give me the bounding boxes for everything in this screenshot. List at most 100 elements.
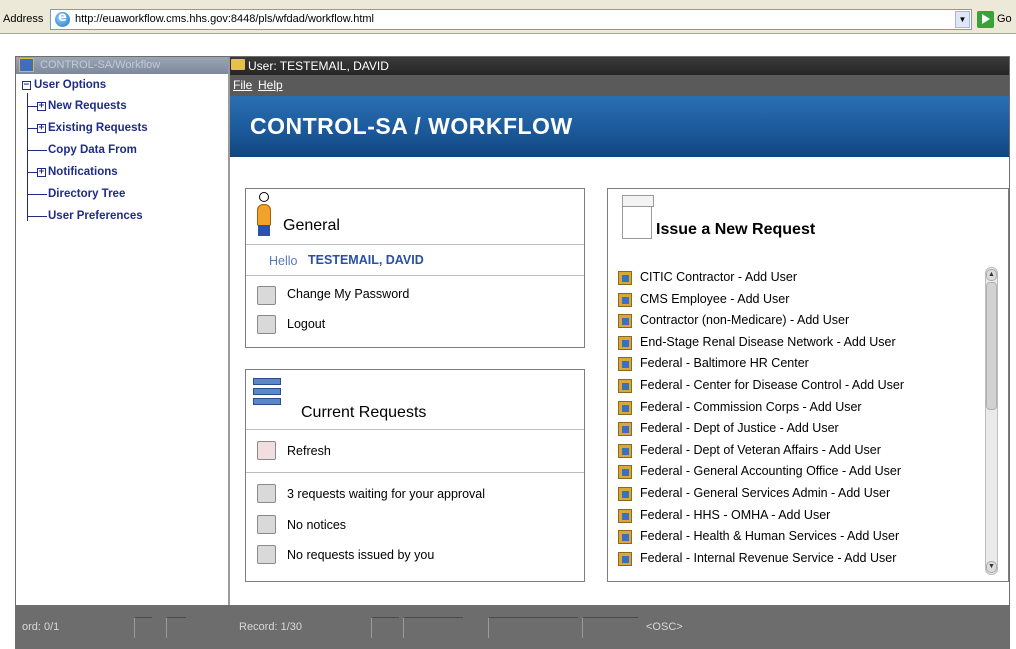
scroll-up-button[interactable]: ▲	[986, 269, 997, 281]
address-bar: Address http://euaworkflow.cms.hhs.gov:8…	[0, 0, 1016, 34]
request-list-scrollbar[interactable]: ▲ ▼	[985, 267, 998, 575]
status-segment	[403, 617, 463, 638]
divider	[246, 429, 584, 430]
request-list-label: Federal - Baltimore HR Center	[640, 356, 809, 371]
banner-title: CONTROL-SA / WORKFLOW	[250, 113, 573, 139]
request-list-item[interactable]: Federal - Commission Corps - Add User	[618, 399, 988, 420]
tree-item-directory-tree[interactable]: Directory Tree	[48, 188, 125, 200]
go-button[interactable]: Go	[977, 9, 1016, 30]
issued-requests-link[interactable]: No requests issued by you	[287, 548, 434, 562]
divider	[246, 275, 584, 276]
key-icon	[257, 286, 276, 305]
request-list-item[interactable]: Federal - Dept of Veteran Affairs - Add …	[618, 442, 988, 463]
tree-item-new-requests[interactable]: New Requests	[48, 100, 127, 112]
current-requests-title: Current Requests	[301, 404, 427, 421]
request-type-icon	[618, 508, 632, 523]
request-list-label: End-Stage Renal Disease Network - Add Us…	[640, 334, 896, 349]
scroll-thumb[interactable]	[986, 282, 997, 410]
tree-item-user-preferences[interactable]: User Preferences	[48, 210, 143, 222]
request-type-icon	[618, 551, 632, 566]
address-label: Address	[3, 13, 44, 25]
menu-help[interactable]: Help	[258, 78, 283, 92]
request-type-icon	[618, 292, 632, 307]
divider	[246, 472, 584, 473]
menu-bar: File Help	[230, 75, 1009, 96]
content-title: User: TESTEMAIL, DAVID	[248, 59, 389, 73]
tree-pane: CONTROL-SA/Workflow − User Options + New…	[16, 57, 230, 605]
general-title: General	[283, 217, 340, 234]
address-dropdown-button[interactable]: ▼	[955, 11, 970, 28]
tree-item-copy-data-from[interactable]: Copy Data From	[48, 144, 137, 156]
address-input[interactable]: http://euaworkflow.cms.hhs.gov:8448/pls/…	[50, 9, 972, 30]
divider	[246, 244, 584, 245]
status-segment	[371, 617, 399, 638]
document-icon	[622, 195, 654, 239]
request-type-icon	[618, 379, 632, 393]
user-figure-icon	[256, 192, 272, 236]
app-icon	[19, 58, 34, 72]
tree-item-existing-requests[interactable]: Existing Requests	[48, 122, 148, 134]
expand-icon[interactable]: +	[37, 124, 46, 133]
request-list-label: Federal - Internal Revenue Service - Add…	[640, 550, 897, 565]
request-list-label: Federal - Dept of Veteran Affairs - Add …	[640, 442, 881, 457]
request-list-label: Federal - Dept of Justice - Add User	[640, 421, 839, 436]
request-type-icon	[618, 443, 632, 458]
request-list-item[interactable]: Federal - Center for Disease Control - A…	[618, 377, 988, 398]
tree-connector	[27, 93, 28, 221]
content-titlebar: User: TESTEMAIL, DAVID	[230, 57, 1009, 75]
request-stack-icon	[251, 376, 285, 410]
request-list-item[interactable]: Federal - General Services Admin - Add U…	[618, 485, 988, 506]
tree-branch	[27, 128, 37, 129]
go-label: Go	[997, 13, 1012, 25]
request-list-item[interactable]: Federal - Dept of Justice - Add User	[618, 420, 988, 441]
banner: CONTROL-SA / WORKFLOW	[230, 96, 1009, 157]
status-segment	[134, 617, 152, 638]
approval-icon	[257, 484, 276, 503]
general-panel: General Hello TESTEMAIL, DAVID Change My…	[245, 188, 585, 348]
hello-text: Hello	[269, 254, 298, 268]
request-list-label: Contractor (non-Medicare) - Add User	[640, 313, 850, 328]
scroll-down-button[interactable]: ▼	[986, 561, 997, 573]
request-list-item[interactable]: CITIC Contractor - Add User	[618, 269, 988, 290]
tree-branch	[27, 150, 47, 151]
new-request-title: Issue a New Request	[656, 221, 816, 238]
request-list-label: CITIC Contractor - Add User	[640, 270, 797, 284]
request-list-item[interactable]: CMS Employee - Add User	[618, 291, 988, 312]
request-list-label: Federal - Health & Human Services - Add …	[640, 529, 900, 544]
status-segment	[582, 617, 638, 638]
tree-root-user-options[interactable]: User Options	[34, 79, 106, 91]
request-list-item[interactable]: Federal - Health & Human Services - Add …	[618, 528, 988, 549]
request-list-label: Federal - Center for Disease Control - A…	[640, 378, 904, 392]
refresh-link[interactable]: Refresh	[287, 444, 331, 458]
tree-branch	[27, 106, 37, 107]
user-name: TESTEMAIL, DAVID	[308, 253, 424, 267]
request-list-label: Federal - General Services Admin - Add U…	[640, 486, 891, 500]
request-type-icon	[618, 357, 632, 372]
request-list-item[interactable]: Contractor (non-Medicare) - Add User	[618, 312, 988, 333]
request-list-item[interactable]: Federal - General Accounting Office - Ad…	[618, 463, 988, 484]
waiting-approval-link[interactable]: 3 requests waiting for your approval	[287, 487, 485, 501]
notices-link[interactable]: No notices	[287, 518, 346, 532]
request-type-icon	[618, 335, 632, 350]
request-type-icon	[618, 487, 632, 501]
menu-file[interactable]: File	[233, 78, 252, 92]
expand-icon[interactable]: +	[37, 102, 46, 111]
refresh-icon	[257, 441, 276, 460]
tree-title: CONTROL-SA/Workflow	[40, 59, 161, 71]
collapse-icon[interactable]: −	[22, 81, 31, 90]
internet-explorer-icon	[55, 10, 70, 27]
expand-icon[interactable]: +	[37, 168, 46, 177]
request-list-item[interactable]: Federal - HHS - OMHA - Add User	[618, 507, 988, 528]
tree-branch	[27, 194, 47, 195]
request-list-item[interactable]: Federal - Baltimore HR Center	[618, 355, 988, 376]
change-password-link[interactable]: Change My Password	[287, 287, 409, 301]
request-type-icon	[618, 314, 632, 329]
tree-item-notifications[interactable]: Notifications	[48, 166, 118, 178]
address-url[interactable]: http://euaworkflow.cms.hhs.gov:8448/pls/…	[75, 13, 374, 25]
request-list-label: Federal - HHS - OMHA - Add User	[640, 507, 831, 522]
request-list-label: Federal - General Accounting Office - Ad…	[640, 464, 902, 479]
status-record: Record: 1/30	[239, 621, 302, 633]
logout-link[interactable]: Logout	[287, 317, 325, 331]
request-list-item[interactable]: Federal - Internal Revenue Service - Add…	[618, 550, 988, 571]
request-list-item[interactable]: End-Stage Renal Disease Network - Add Us…	[618, 334, 988, 355]
